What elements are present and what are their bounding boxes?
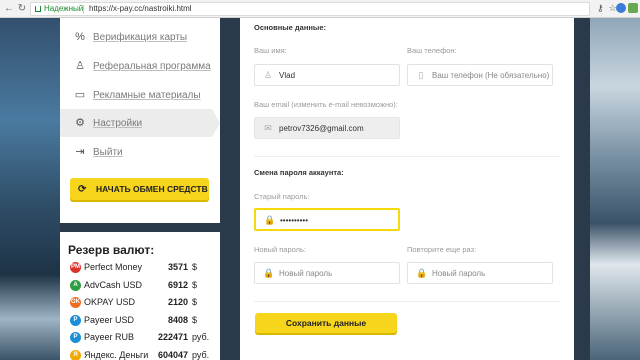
- sidebar-item-settings[interactable]: ⚙ Настройки: [60, 109, 220, 137]
- start-exchange-button[interactable]: ⟳ НАЧАТЬ ОБМЕН СРЕДСТВ: [70, 178, 209, 200]
- email-label: Ваш email (изменить e-mail невозможно):: [254, 100, 398, 109]
- old-password-field[interactable]: 🔒 ••••••••••: [254, 208, 400, 231]
- sidebar-menu: % Верификация карты ♙ Реферальная програ…: [60, 18, 220, 223]
- password-title: Смена пароля аккаунта:: [254, 168, 344, 177]
- phone-field[interactable]: ▯ Ваш телефон (Не обязательно): [407, 64, 553, 86]
- old-password-label: Старый пароль:: [254, 192, 310, 201]
- currency-name: Payeer USD: [84, 314, 135, 325]
- old-password-value: ••••••••••: [280, 216, 309, 225]
- sidebar-item-label: Верификация карты: [93, 31, 188, 43]
- active-arrow: [212, 109, 220, 137]
- new-password-field[interactable]: 🔒 Новый пароль: [254, 262, 400, 284]
- currency-unit: $: [192, 297, 198, 307]
- currency-name: Payeer RUB: [84, 332, 135, 342]
- currency-amount: 222471: [157, 332, 188, 342]
- sidebar-item-logout[interactable]: ⇥ Выйти: [60, 138, 220, 166]
- currency-icon: P: [70, 314, 81, 326]
- currency-amount: 6912: [167, 279, 188, 290]
- email-field: ✉ petrov7326@gmail.com: [254, 117, 400, 139]
- lock-icon: 🔒: [263, 268, 275, 278]
- repeat-password-field[interactable]: 🔒 Новый пароль: [407, 262, 553, 284]
- currency-icon: Я: [70, 349, 81, 360]
- currency-amount: 604047: [157, 349, 188, 360]
- save-button[interactable]: Сохранить данные: [255, 313, 397, 333]
- extension-icon[interactable]: [628, 3, 638, 13]
- key-icon[interactable]: ⚷: [597, 3, 609, 13]
- currency-icon: A: [70, 279, 81, 291]
- sidebar-item-card-verification[interactable]: % Верификация карты: [60, 23, 220, 51]
- gear-icon: ⚙: [75, 117, 85, 129]
- start-exchange-label: НАЧАТЬ ОБМЕН СРЕДСТВ: [96, 184, 208, 194]
- currency-name: AdvCash USD: [84, 279, 143, 290]
- background-photo-right: [590, 18, 640, 360]
- repeat-password-placeholder: Новый пароль: [432, 269, 486, 278]
- currency-unit: $: [192, 262, 198, 272]
- currency-reserve-panel: Резерв валют: PM Perfect Money 3571 $ A AdvCa…: [60, 232, 220, 360]
- sidebar-item-label: Настройки: [93, 117, 143, 129]
- email-value: petrov7326@gmail.com: [279, 124, 364, 133]
- lock-icon: 🔒: [416, 268, 428, 278]
- phone-label: Ваш телефон:: [407, 46, 457, 55]
- reserve-row: A AdvCash USD 6912 $: [68, 277, 218, 294]
- name-value: Vlad: [279, 71, 296, 80]
- logout-icon: ⇥: [75, 146, 85, 158]
- envelope-icon: ✉: [264, 123, 272, 133]
- sidebar-item-label: Реферальная программа: [93, 60, 211, 72]
- reload-icon[interactable]: ↻: [16, 2, 28, 16]
- phone-placeholder: Ваш телефон (Не обязательно): [432, 71, 550, 80]
- reserve-row: P Payeer RUB 222471 руб.: [68, 329, 218, 346]
- currency-unit: $: [192, 279, 198, 290]
- currency-icon: P: [70, 332, 81, 343]
- currency-unit: $: [192, 314, 198, 325]
- currency-name: Perfect Money: [84, 262, 143, 272]
- section-divider: [254, 301, 560, 302]
- phone-icon: ▯: [418, 70, 424, 80]
- background-photo-left: [0, 18, 60, 360]
- secure-label: Надежный: [44, 4, 84, 13]
- section-divider: [254, 156, 560, 157]
- url-text: https://x-pay.cc/nastroiki.html: [89, 4, 192, 13]
- sidebar-item-referral[interactable]: ♙ Реферальная программа: [60, 52, 220, 80]
- extension-icon[interactable]: [616, 3, 626, 13]
- settings-form: Основные данные: Ваш имя: ♙ Vlad Ваш тел…: [240, 18, 574, 360]
- currency-unit: руб.: [192, 349, 210, 360]
- refresh-icon: ⟳: [78, 183, 87, 195]
- new-password-placeholder: Новый пароль: [279, 269, 333, 278]
- currency-amount: 3571: [167, 262, 188, 272]
- name-field[interactable]: ♙ Vlad: [254, 64, 400, 86]
- reserve-row: OK OKPAY USD 2120 $: [68, 294, 218, 311]
- currency-amount: 2120: [167, 297, 188, 307]
- new-password-label: Новый пароль:: [254, 245, 307, 254]
- lock-icon: 🔒: [264, 215, 276, 225]
- currency-icon: PM: [70, 262, 81, 273]
- lock-icon: [35, 6, 41, 12]
- sidebar-item-label: Выйти: [93, 146, 123, 158]
- currency-name: OKPAY USD: [84, 297, 136, 307]
- currency-amount: 8408: [167, 314, 188, 325]
- user-icon: ♙: [75, 60, 85, 72]
- browser-address-bar: ← ↻ Надежный https://x-pay.cc/nastroiki.…: [0, 0, 640, 18]
- reserve-title: Резерв валют:: [68, 243, 155, 257]
- percent-icon: %: [75, 31, 85, 43]
- reserve-row: Я Яндекс. Деньги 604047 руб.: [68, 347, 218, 360]
- repeat-password-label: Повторите еще раз:: [407, 245, 477, 254]
- reserve-row: P Payeer USD 8408 $: [68, 312, 218, 329]
- omnibox-separator: [83, 5, 84, 14]
- currency-icon: OK: [70, 297, 81, 308]
- currency-unit: руб.: [192, 332, 210, 342]
- url-field[interactable]: Надежный https://x-pay.cc/nastroiki.html: [30, 2, 590, 16]
- basic-data-title: Основные данные:: [254, 23, 326, 32]
- name-label: Ваш имя:: [254, 46, 287, 55]
- user-icon: ♙: [263, 70, 273, 80]
- monitor-icon: ▭: [74, 89, 86, 101]
- reserve-row: PM Perfect Money 3571 $: [68, 259, 218, 276]
- sidebar-item-label: Рекламные материалы: [93, 89, 201, 101]
- back-icon[interactable]: ←: [3, 2, 15, 16]
- sidebar-item-promo-materials[interactable]: ▭ Рекламные материалы: [60, 81, 220, 109]
- currency-name: Яндекс. Деньги: [84, 349, 149, 360]
